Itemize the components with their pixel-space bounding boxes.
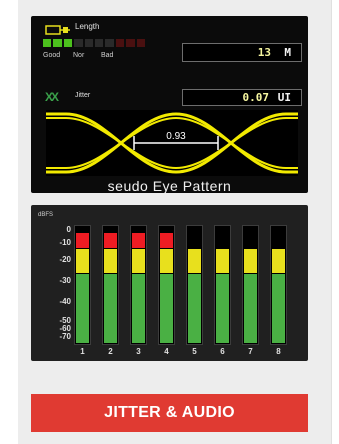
meter-scale-label: -70 (59, 332, 71, 341)
meter-green-segment (76, 274, 89, 343)
length-readout: 13 M (182, 43, 302, 62)
quality-good-label: Good (43, 52, 61, 59)
length-bar-segment (63, 39, 73, 47)
length-bar-segment (74, 39, 83, 47)
meter-channel-8 (270, 225, 287, 345)
length-bar-segment (126, 39, 135, 47)
meter-yellow-segment (244, 249, 257, 273)
meter-green-segment (132, 274, 145, 343)
jitter-unit: UI (277, 91, 291, 104)
length-bar-segment (95, 39, 104, 47)
length-bar-segment (136, 39, 146, 47)
meter-green-segment (272, 274, 285, 343)
meter-channel-1 (74, 225, 91, 345)
dbfs-label: dBFS (38, 212, 54, 218)
meter-scale-label: -20 (59, 255, 71, 264)
quality-normal-label: Nor (73, 52, 85, 59)
length-unit: M (284, 46, 291, 59)
length-bar-segment (43, 39, 52, 47)
meter-green-segment (244, 274, 257, 343)
meter-red-segment (104, 233, 117, 248)
cable-icon (45, 25, 70, 35)
meter-yellow-segment (216, 249, 229, 273)
meter-channel-number: 3 (136, 347, 141, 356)
meter-red-segment (132, 233, 145, 248)
meter-green-segment (104, 274, 117, 343)
length-bar-segment (105, 39, 114, 47)
meter-channel-number: 1 (80, 347, 85, 356)
meter-channel-number: 2 (108, 347, 113, 356)
length-bar-segment (115, 39, 125, 47)
meter-channel-5 (186, 225, 203, 345)
length-bar-segment (53, 39, 62, 47)
meter-red-segment (76, 233, 89, 248)
meter-green-segment (188, 274, 201, 343)
meter-channel-7 (242, 225, 259, 345)
meter-scale-label: -10 (59, 238, 71, 247)
length-value: 13 (257, 46, 271, 59)
meter-green-segment (216, 274, 229, 343)
meter-yellow-segment (188, 249, 201, 273)
quality-bad-label: Bad (101, 52, 114, 59)
meter-scale-label: 0 (66, 225, 71, 234)
meter-channel-number: 7 (248, 347, 253, 356)
card-title-jitter-audio[interactable]: JITTER & AUDIO (31, 394, 308, 432)
meter-channel-2 (102, 225, 119, 345)
meter-channel-number: 5 (192, 347, 197, 356)
meter-channel-number: 4 (164, 347, 169, 356)
audio-level-meter: dBFS 0 -10 -20 -30 -40 -50 -60 -70 1 2 3 4 5 6 7 8 (31, 205, 308, 361)
length-bar-segment (84, 39, 94, 47)
meter-red-segment (160, 233, 173, 248)
meter-yellow-segment (272, 249, 285, 273)
eye-pattern: 0.93 (46, 110, 298, 176)
length-label: Length (75, 22, 100, 31)
meter-channel-4 (158, 225, 175, 345)
meter-scale-label: -40 (59, 297, 71, 306)
meter-channel-number: 8 (276, 347, 281, 356)
jitter-label: Jitter (75, 92, 91, 99)
meter-yellow-segment (76, 249, 89, 273)
eye-opening-value: 0.93 (166, 131, 186, 142)
jitter-length-display: Length Good Nor Bad 13 M XX Jitter 0.07 … (31, 16, 308, 193)
jitter-readout: 0.07 UI (182, 89, 302, 106)
length-level-bar (43, 39, 146, 47)
meter-channel-6 (214, 225, 231, 345)
meter-yellow-segment (132, 249, 145, 273)
eye-pattern-caption: seudo Eye Pattern (107, 178, 232, 193)
meter-yellow-segment (160, 249, 173, 273)
meter-channel-3 (130, 225, 147, 345)
meter-green-segment (160, 274, 173, 343)
jitter-value: 0.07 (242, 91, 270, 104)
meter-channel-number: 6 (220, 347, 225, 356)
meter-yellow-segment (104, 249, 117, 273)
meter-scale-label: -30 (59, 276, 71, 285)
jitter-icon: XX (45, 90, 59, 104)
